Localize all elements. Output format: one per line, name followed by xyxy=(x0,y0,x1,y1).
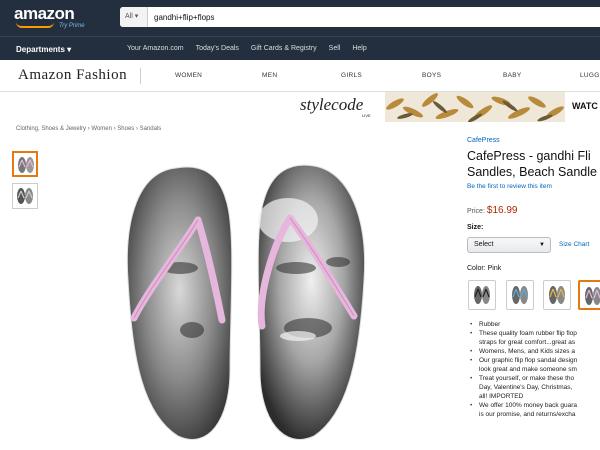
product-title: CafePress - gandhi Fli Sandles, Beach Sa… xyxy=(467,149,597,179)
bullet-item: These quality foam rubber flip flop xyxy=(470,329,600,338)
flip-flop-thumb-icon xyxy=(18,157,34,173)
size-chart-link[interactable]: Size Chart xyxy=(559,241,589,248)
color-swatch-pink[interactable] xyxy=(578,280,600,310)
search-bar: All ▾ xyxy=(120,7,600,27)
fashion-nav-boys[interactable]: BOYS xyxy=(422,72,441,79)
flip-flop-swatch-icon xyxy=(512,286,528,304)
breadcrumb[interactable]: Clothing, Shoes & Jewelry › Women › Shoe… xyxy=(16,126,161,132)
color-swatch-blue[interactable] xyxy=(506,280,534,310)
search-input[interactable] xyxy=(150,7,590,27)
subnav-link-todays-deals[interactable]: Today's Deals xyxy=(196,45,239,52)
size-label: Size: xyxy=(467,224,484,231)
price-value: $16.99 xyxy=(486,205,518,216)
fashion-divider xyxy=(140,68,141,84)
color-swatch-gold[interactable] xyxy=(543,280,571,310)
secondary-nav-bar: Departments ▾ Your Amazon.com Today's De… xyxy=(0,36,600,60)
feature-bullets: Rubber These quality foam rubber flip fl… xyxy=(470,320,600,419)
amazon-smile-icon xyxy=(16,22,54,28)
color-swatch-black[interactable] xyxy=(468,280,496,310)
bullet-item: Our graphic flip flop sandal design xyxy=(470,356,600,365)
subnav-link-your-amazon[interactable]: Your Amazon.com xyxy=(127,45,184,52)
banner-live-label: LIVE xyxy=(362,113,371,118)
fashion-nav-men[interactable]: MEN xyxy=(262,72,277,79)
flip-flop-swatch-icon xyxy=(474,286,490,304)
banner-watch-cta[interactable]: WATC xyxy=(572,101,598,111)
departments-menu[interactable]: Departments ▾ xyxy=(16,45,71,54)
bullet-item: Womens, Mens, and Kids sizes a xyxy=(470,347,600,356)
leaf-pattern-icon xyxy=(385,92,565,122)
review-link[interactable]: Be the first to review this item xyxy=(467,183,552,190)
product-image[interactable] xyxy=(118,150,374,448)
ad-banner[interactable]: stylecode LIVE WATC xyxy=(290,92,600,122)
chevron-down-icon: ▼ xyxy=(539,242,545,248)
fashion-nav-women[interactable]: WOMEN xyxy=(175,72,202,79)
bullet-item-continuation: all! IMPORTED xyxy=(479,393,524,400)
try-prime-link[interactable]: Try Prime xyxy=(59,23,85,29)
bullet-item: We offer 100% money back guara xyxy=(470,401,600,410)
flip-flop-thumb-icon xyxy=(17,188,33,204)
flip-flop-swatch-icon xyxy=(585,287,600,305)
amazon-logo[interactable]: amazon xyxy=(14,4,75,24)
price-label: Price: xyxy=(467,208,485,215)
bullet-item-continuation: Day, Valentine's Day, Christmas, xyxy=(479,384,573,391)
price-row: Price: $16.99 xyxy=(467,205,518,216)
stylecode-logo: stylecode xyxy=(300,95,364,114)
bullet-item: Treat yourself, or make these tho xyxy=(470,374,600,383)
subnav-link-gift-cards[interactable]: Gift Cards & Registry xyxy=(251,45,317,52)
thumbnail-2[interactable] xyxy=(12,183,38,209)
fashion-nav-luggage[interactable]: LUGG xyxy=(580,72,600,79)
bullet-item-continuation: look great and make someone sm xyxy=(479,366,577,373)
color-value: Pink xyxy=(487,265,502,272)
fashion-nav-baby[interactable]: BABY xyxy=(503,72,522,79)
bullet-item: Rubber xyxy=(470,320,600,329)
subnav-link-help[interactable]: Help xyxy=(352,45,366,52)
bullet-item-continuation: is our promise, and returns/excha xyxy=(479,411,576,418)
subnav-links: Your Amazon.com Today's Deals Gift Cards… xyxy=(127,45,367,52)
flip-flop-swatch-icon xyxy=(549,286,565,304)
amazon-fashion-logo[interactable]: Amazon Fashion xyxy=(18,67,127,84)
color-label: Color: Pink xyxy=(467,265,502,272)
top-nav-bar: amazon Try Prime All ▾ xyxy=(0,0,600,36)
thumbnail-1[interactable] xyxy=(12,151,38,177)
fashion-nav-bar: Amazon Fashion WOMEN MEN GIRLS BOYS BABY… xyxy=(0,60,600,92)
fashion-nav-girls[interactable]: GIRLS xyxy=(341,72,362,79)
brand-link[interactable]: CafePress xyxy=(467,137,500,144)
size-select[interactable]: Select ▼ xyxy=(467,237,551,253)
bullet-item-continuation: straps for great comfort...great as xyxy=(479,339,576,346)
subnav-link-sell[interactable]: Sell xyxy=(329,45,341,52)
search-category-dropdown[interactable]: All ▾ xyxy=(120,7,148,27)
